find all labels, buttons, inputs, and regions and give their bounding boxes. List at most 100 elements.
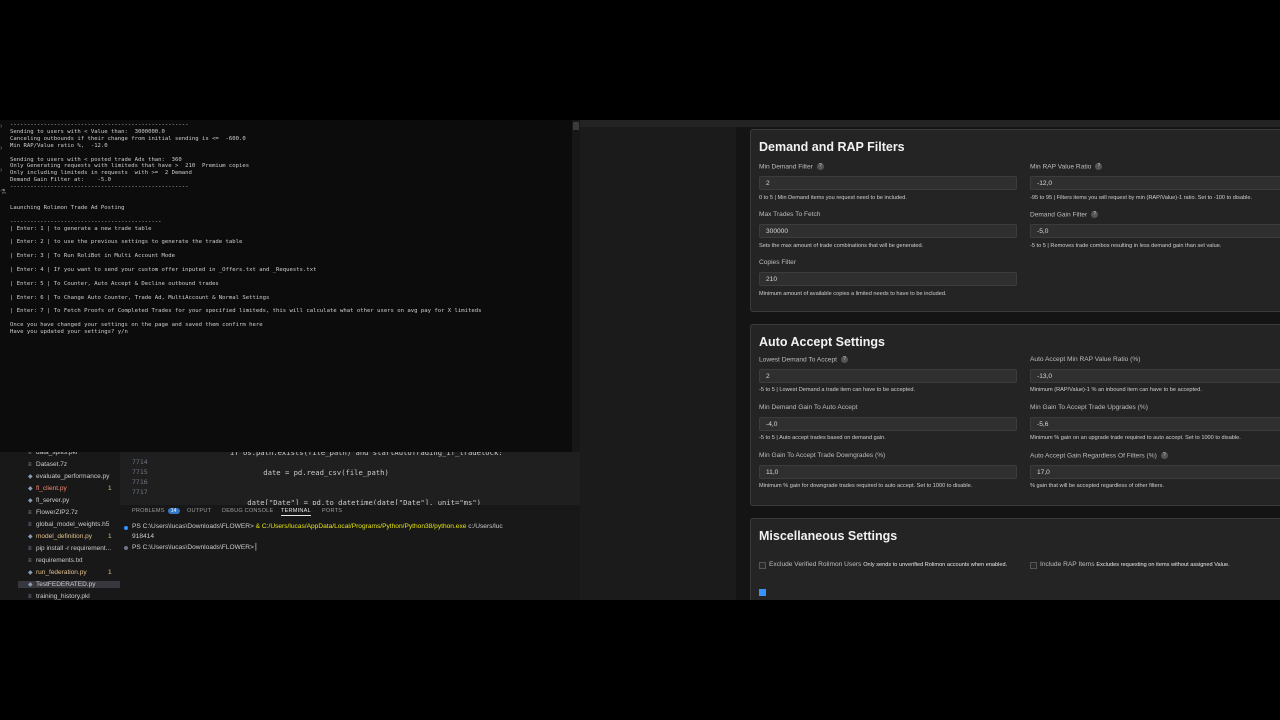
section-title: Miscellaneous Settings [759,529,898,543]
min-rap-ratio-input[interactable]: -13,0 [1030,369,1280,383]
help-icon[interactable]: ? [1160,452,1168,459]
file-name: fl_client.py [36,485,67,492]
explorer-file-item[interactable]: ≡ global_model_weights.h5 [28,521,109,528]
python-icon: ◆ [28,582,33,588]
tab-ports[interactable]: PORTS [322,508,342,514]
tab-terminal[interactable]: TERMINAL [281,508,311,516]
file-icon: ≡ [28,546,32,552]
arrow-icon: › [0,123,3,130]
terminal-line: 918414 [132,533,155,540]
terminal-panel[interactable]: PS C:\Users\lucas\Downloads\FLOWER> & C:… [120,519,580,600]
explorer-file-item[interactable]: ≡ FlowerZIP2.7z [28,509,78,516]
explorer-file-item[interactable]: ◆ evaluate_performance.py [28,473,109,480]
file-icon: ≡ [28,510,32,516]
min-rap-desc: -95 to 95 | Filters items you will reque… [1030,195,1253,201]
command-decoration-icon [124,526,128,530]
console-line: | Enter: 4 | If you want to send your cu… [10,266,317,273]
explorer-file-item[interactable]: ◆ run_federation.py 1 [28,569,112,576]
max-trades-desc: Sets the max amount of trade combination… [759,243,924,249]
help-icon[interactable]: ? [816,163,824,170]
code-line: date = pd.read_csv(file_path) [246,467,389,477]
auto-accept-card: Auto Accept Settings Lowest Demand To Ac… [750,324,1280,506]
help-icon[interactable]: ? [840,356,848,363]
command-decoration-icon [124,546,128,550]
file-name: Dataset.7z [36,461,68,468]
console-line: Have you updated your settings? y/n [10,329,128,335]
file-name: model_definition.py [36,533,93,540]
min-rap-ratio-desc: Minimum (RAP/Value)-1 % an inbound item … [1030,387,1202,393]
demand-gain-label: Demand Gain Filter? [1030,211,1099,218]
python-icon: ◆ [28,474,33,480]
max-trades-input[interactable]: 300000 [759,224,1017,238]
code-line: date["Date"] = pd.to_datetime(date["Date… [230,497,481,506]
demand-gain-desc: -5 to 5 | Removes trade combos resulting… [1030,243,1222,249]
file-name: training_history.pkl [36,593,90,600]
max-trades-label: Max Trades To Fetch [759,211,821,218]
console-line: Min RAP/Value ratio %, -12.0 [10,142,108,149]
copies-input[interactable]: 210 [759,272,1017,286]
misc-card: Miscellaneous Settings Exclude Verified … [750,518,1280,600]
min-demand-input[interactable]: 2 [759,176,1017,190]
file-name: run_federation.py [36,569,87,576]
explorer-file-item[interactable]: ≡ requirements.txt [28,557,83,564]
demand-gain-input[interactable]: -5,0 [1030,224,1280,238]
include-rap-checkbox[interactable] [1030,562,1037,569]
help-icon[interactable]: ? [1091,211,1099,218]
gain-regardless-label: Auto Accept Gain Regardless Of Filters (… [1030,452,1168,459]
console-window[interactable]: › › › ⚗ --------------------------------… [0,120,580,452]
explorer-file-item[interactable]: ◆ model_definition.py 1 [28,533,112,540]
problem-count-badge: 1 [108,569,112,576]
explorer-file-item[interactable]: ≡ pip install -r requirement... [28,545,111,552]
tab-problems[interactable]: PROBLEMS 14 [132,508,180,514]
line-number: 7716 [132,478,148,486]
section-title: Demand and RAP Filters [759,140,905,154]
help-icon[interactable]: ? [1095,163,1103,170]
python-icon: ◆ [28,570,33,576]
file-name: FlowerZIP2.7z [36,509,78,516]
gain-regardless-input[interactable]: 17,0 [1030,465,1280,479]
file-name: fl_server.py [36,497,70,504]
file-icon: ≡ [28,462,32,468]
file-name: data_splits.pkl [36,452,78,456]
arrow-icon: › [0,145,3,152]
min-gain-upgrades-input[interactable]: -5,6 [1030,417,1280,431]
min-gain-upgrades-label: Min Gain To Accept Trade Upgrades (%) [1030,404,1148,411]
explorer-file-item[interactable]: ◆ fl_server.py [28,497,69,504]
lowest-demand-input[interactable]: 2 [759,369,1017,383]
exclude-verified-checkbox[interactable] [759,562,766,569]
min-rap-input[interactable]: -12,0 [1030,176,1280,190]
console-side-icons: › › › ⚗ [0,123,8,212]
browser-topbar [580,120,1280,127]
code-editor[interactable]: if os.path.exists(file_path) and startAu… [120,452,580,505]
explorer-file-item[interactable]: ◆ fl_client.py 1 [28,485,112,492]
explorer-file-item[interactable]: ≡ Dataset.7z [28,461,67,468]
lowest-demand-label: Lowest Demand To Accept? [759,356,848,363]
console-scrollbar[interactable] [572,120,580,452]
problem-count-badge: 1 [108,533,112,540]
flask-icon: ⚗ [0,189,7,196]
explorer-file-item[interactable]: ◆ TestFEDERATED.py [18,581,120,588]
explorer-file-item[interactable]: ≡ data_splits.pkl [28,452,77,456]
terminal-prompt[interactable]: PS C:\Users\lucas\Downloads\FLOWER> ▏ [132,543,261,551]
file-icon: ≡ [28,522,32,528]
file-name: evaluate_performance.py [36,473,110,480]
console-line: | Enter: 5 | To Counter, Auto Accept & D… [10,280,219,287]
tab-debug-console[interactable]: DEBUG CONSOLE [222,508,273,514]
min-gain-upgrades-desc: Minimum % gain on an upgrade trade requi… [1030,435,1241,441]
file-name: TestFEDERATED.py [36,581,96,588]
min-gain-downgrades-input[interactable]: 11,0 [759,465,1017,479]
lowest-demand-desc: -5 to 5 | Lowest Demand a trade item can… [759,387,915,393]
python-icon: ◆ [28,534,33,540]
line-number: 7717 [132,488,148,496]
explorer-file-item[interactable]: ≡ training_history.pkl [28,593,90,600]
tab-output[interactable]: OUTPUT [187,508,211,514]
partial-checkbox[interactable] [759,589,766,596]
file-name: global_model_weights.h5 [36,521,110,528]
console-line: | Enter: 6 | To Change Auto Counter, Tra… [10,294,270,301]
python-icon: ◆ [28,486,33,492]
panel-tab-bar: PROBLEMS 14 OUTPUT DEBUG CONSOLE TERMINAL… [120,505,580,519]
min-demand-gain-input[interactable]: -4,0 [759,417,1017,431]
min-demand-gain-label: Min Demand Gain To Auto Accept [759,404,858,411]
console-line: Launching Rolimon Trade Ad Posting [10,204,125,211]
min-gain-downgrades-label: Min Gain To Accept Trade Downgrades (%) [759,452,886,459]
